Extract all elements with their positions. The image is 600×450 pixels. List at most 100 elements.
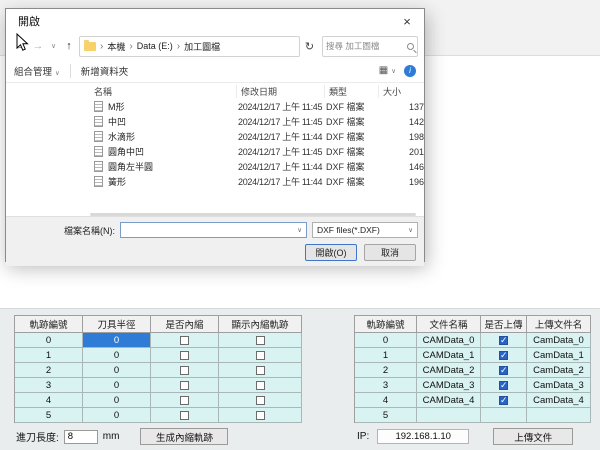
column-size[interactable]: 大小 bbox=[378, 85, 424, 98]
show-shrink-checkbox[interactable] bbox=[256, 351, 265, 360]
breadcrumb-folder[interactable]: 加工圖檔 bbox=[184, 40, 220, 53]
file-type: DXF 檔案 bbox=[324, 145, 378, 158]
view-mode-button[interactable]: ▦∨ bbox=[379, 65, 396, 76]
organize-label: 組合管理 bbox=[14, 67, 52, 78]
file-row[interactable]: 水滴形 2024/12/17 上午 11:44 DXF 檔案 198 bbox=[6, 129, 424, 144]
column-name[interactable]: 名稱 bbox=[90, 85, 236, 98]
file-name-cell[interactable]: CAMData_2 bbox=[417, 363, 481, 378]
upload-checkbox[interactable] bbox=[499, 351, 508, 360]
column-type[interactable]: 類型 bbox=[324, 85, 378, 98]
track-id-cell[interactable]: 3 bbox=[15, 378, 83, 393]
column-date-modified[interactable]: 修改日期 bbox=[236, 85, 324, 98]
upload-name-cell[interactable]: CamData_2 bbox=[527, 363, 591, 378]
search-box[interactable] bbox=[322, 36, 418, 57]
track-id-cell[interactable]: 4 bbox=[355, 393, 417, 408]
ip-label: IP: bbox=[357, 431, 369, 442]
upload-cell bbox=[481, 363, 527, 378]
track-id-cell[interactable]: 4 bbox=[15, 393, 83, 408]
generate-shrink-path-button[interactable]: 生成內縮軌跡 bbox=[140, 428, 228, 445]
upload-cell bbox=[481, 348, 527, 363]
file-type: DXF 檔案 bbox=[324, 100, 378, 113]
feed-length-label: 進刀長度: bbox=[16, 429, 59, 444]
upload-cell[interactable] bbox=[481, 408, 527, 423]
breadcrumb-this-pc[interactable]: 本機 bbox=[107, 40, 125, 53]
feed-length-input[interactable] bbox=[64, 430, 98, 444]
show-shrink-checkbox[interactable] bbox=[256, 411, 265, 420]
cancel-button[interactable]: 取消 bbox=[364, 244, 416, 261]
upload-name-cell[interactable]: CamData_1 bbox=[527, 348, 591, 363]
shrink-checkbox[interactable] bbox=[180, 396, 189, 405]
new-folder-button[interactable]: 新增資料夾 bbox=[81, 64, 129, 78]
upload-checkbox[interactable] bbox=[499, 336, 508, 345]
show-shrink-checkbox[interactable] bbox=[256, 366, 265, 375]
forward-button[interactable]: → bbox=[30, 40, 46, 52]
up-button[interactable]: ↑ bbox=[61, 40, 77, 52]
upload-name-cell[interactable] bbox=[527, 408, 591, 423]
track-id-cell[interactable]: 3 bbox=[355, 378, 417, 393]
upload-name-cell[interactable]: CamData_3 bbox=[527, 378, 591, 393]
breadcrumb-drive[interactable]: Data (E:) bbox=[137, 41, 173, 51]
file-size: 201 bbox=[378, 147, 424, 157]
track-id-cell[interactable]: 5 bbox=[355, 408, 417, 423]
show-shrink-cell bbox=[219, 363, 302, 378]
file-row[interactable]: 圓角左半圓 2024/12/17 上午 11:44 DXF 檔案 146 bbox=[6, 159, 424, 174]
filename-input[interactable] bbox=[121, 223, 293, 237]
upload-checkbox[interactable] bbox=[499, 396, 508, 405]
file-row[interactable]: 簧形 2024/12/17 上午 11:44 DXF 檔案 196 bbox=[6, 174, 424, 189]
ip-value[interactable]: 192.168.1.10 bbox=[377, 429, 469, 444]
shrink-checkbox[interactable] bbox=[180, 336, 189, 345]
show-shrink-checkbox[interactable] bbox=[256, 336, 265, 345]
track-id-cell[interactable]: 2 bbox=[15, 363, 83, 378]
upload-cell bbox=[481, 393, 527, 408]
tool-radius-cell[interactable]: 0 bbox=[83, 378, 151, 393]
upload-name-cell[interactable]: CamData_4 bbox=[527, 393, 591, 408]
track-id-cell[interactable]: 1 bbox=[355, 348, 417, 363]
track-id-cell[interactable]: 0 bbox=[355, 333, 417, 348]
upload-checkbox[interactable] bbox=[499, 381, 508, 390]
shrink-checkbox[interactable] bbox=[180, 366, 189, 375]
track-id-cell[interactable]: 5 bbox=[15, 408, 83, 423]
file-name-cell[interactable]: CAMData_1 bbox=[417, 348, 481, 363]
tool-radius-cell[interactable]: 0 bbox=[83, 348, 151, 363]
file-row[interactable]: M形 2024/12/17 上午 11:45 DXF 檔案 137 bbox=[6, 99, 424, 114]
dialog-nav-row: ← → ∨ ↑ › 本機 › Data (E:) › 加工圖檔 ↻ bbox=[6, 33, 424, 59]
shrink-checkbox[interactable] bbox=[180, 411, 189, 420]
refresh-icon[interactable]: ↻ bbox=[302, 40, 317, 53]
track-id-cell[interactable]: 0 bbox=[15, 333, 83, 348]
table-row: 0 0 bbox=[15, 333, 302, 348]
shrink-checkbox[interactable] bbox=[180, 381, 189, 390]
chevron-right-icon: › bbox=[129, 41, 132, 52]
track-id-cell[interactable]: 1 bbox=[15, 348, 83, 363]
file-name-cell[interactable]: CAMData_4 bbox=[417, 393, 481, 408]
upload-checkbox[interactable] bbox=[499, 366, 508, 375]
shrink-checkbox[interactable] bbox=[180, 351, 189, 360]
shrink-cell bbox=[151, 363, 219, 378]
dxf-file-icon bbox=[94, 176, 103, 187]
show-shrink-checkbox[interactable] bbox=[256, 381, 265, 390]
search-input[interactable] bbox=[326, 41, 407, 51]
tool-radius-cell[interactable]: 0 bbox=[83, 393, 151, 408]
file-name-cell[interactable]: CAMData_0 bbox=[417, 333, 481, 348]
history-chevron-icon[interactable]: ∨ bbox=[48, 42, 59, 50]
tool-radius-cell[interactable]: 0 bbox=[83, 363, 151, 378]
track-id-cell[interactable]: 2 bbox=[355, 363, 417, 378]
close-button[interactable]: × bbox=[390, 9, 424, 33]
filename-combobox[interactable]: ∨ bbox=[120, 222, 307, 238]
tool-radius-cell[interactable]: 0 bbox=[83, 408, 151, 423]
info-icon[interactable]: i bbox=[404, 65, 416, 77]
chevron-down-icon[interactable]: ∨ bbox=[293, 226, 306, 234]
upload-name-cell[interactable]: CamData_0 bbox=[527, 333, 591, 348]
upload-file-button[interactable]: 上傳文件 bbox=[493, 428, 573, 445]
file-name-cell[interactable]: CAMData_3 bbox=[417, 378, 481, 393]
filetype-select[interactable]: DXF files(*.DXF) ∨ bbox=[312, 222, 418, 238]
show-shrink-checkbox[interactable] bbox=[256, 396, 265, 405]
organize-menu[interactable]: 組合管理∨ bbox=[14, 64, 60, 78]
tool-radius-cell[interactable]: 0 bbox=[83, 333, 151, 348]
file-row[interactable]: 中凹 2024/12/17 上午 11:45 DXF 檔案 142 bbox=[6, 114, 424, 129]
open-button[interactable]: 開啟(O) bbox=[305, 244, 357, 261]
breadcrumb[interactable]: › 本機 › Data (E:) › 加工圖檔 bbox=[79, 36, 300, 57]
file-row[interactable]: 圓角中凹 2024/12/17 上午 11:45 DXF 檔案 201 bbox=[6, 144, 424, 159]
file-name-cell[interactable] bbox=[417, 408, 481, 423]
table-row: 1 0 bbox=[15, 348, 302, 363]
dialog-title: 開啟 bbox=[18, 13, 40, 29]
